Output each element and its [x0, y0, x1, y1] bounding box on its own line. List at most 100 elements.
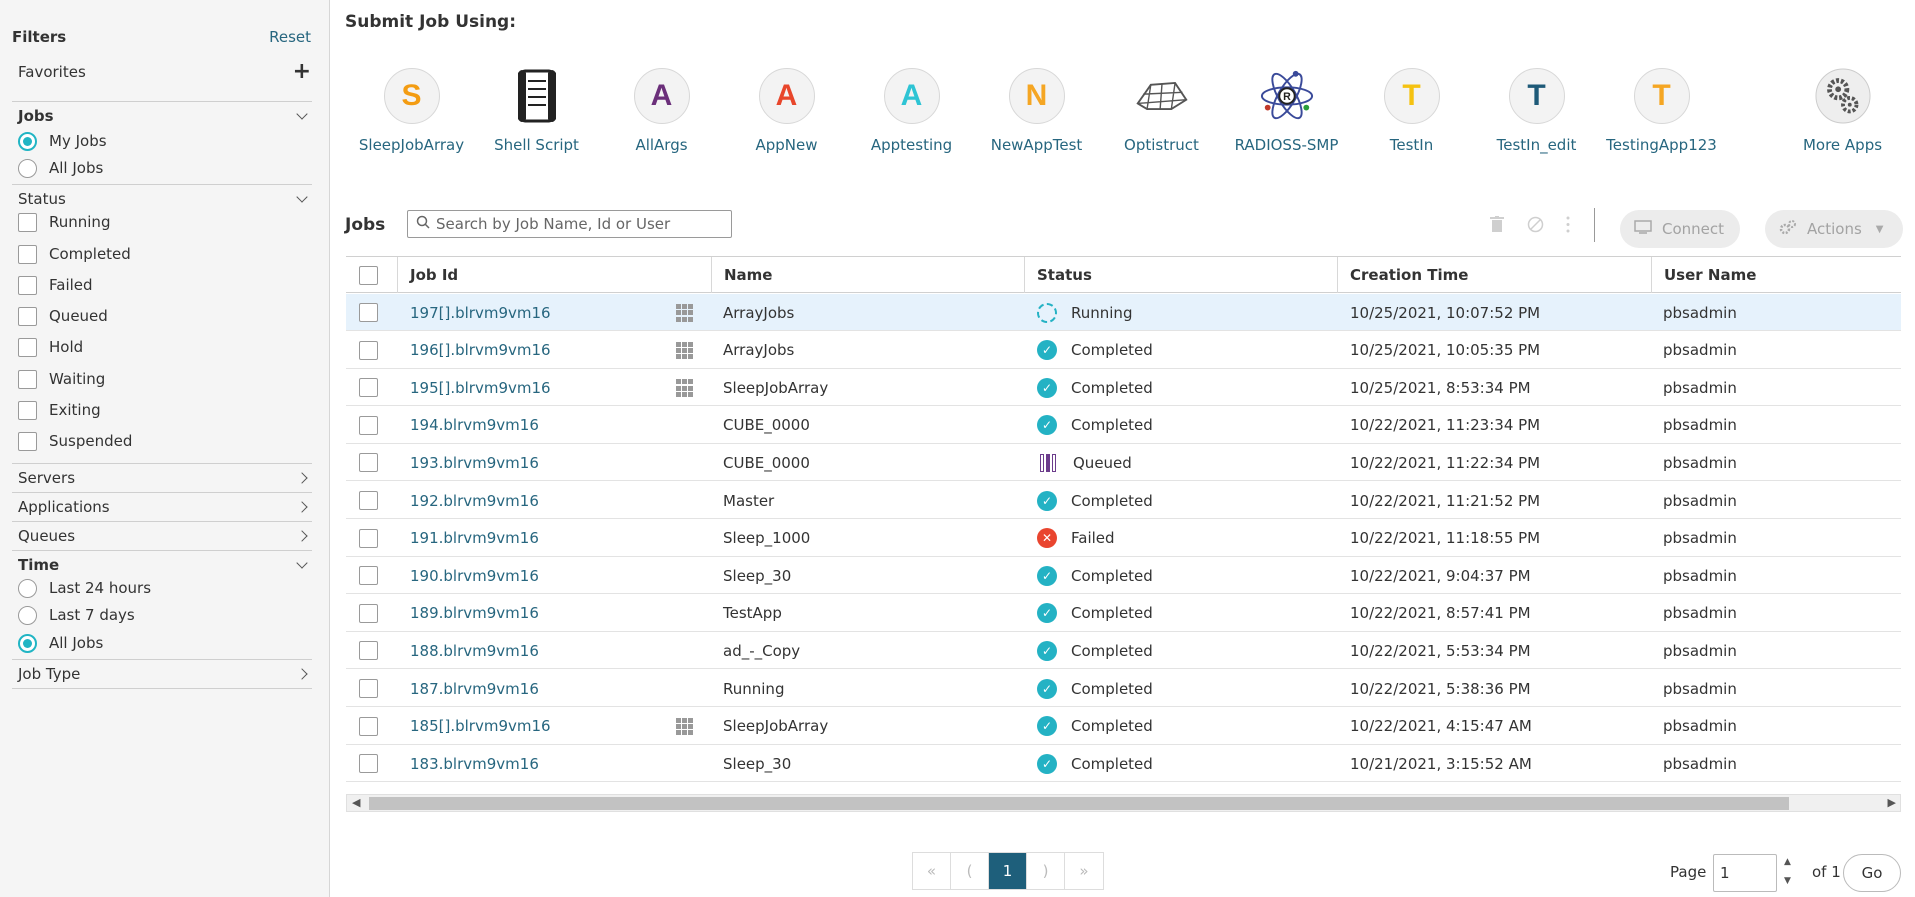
terminate-icon[interactable]	[1527, 216, 1544, 238]
column-header-name[interactable]: Name	[712, 257, 1025, 293]
row-checkbox[interactable]	[359, 754, 378, 774]
array-job-grid-icon[interactable]	[676, 341, 694, 360]
select-all-checkbox[interactable]	[359, 265, 378, 285]
more-vertical-icon[interactable]	[1566, 216, 1570, 238]
column-header-job-id[interactable]: Job Id	[398, 257, 712, 293]
radio-button[interactable]	[18, 578, 37, 598]
row-checkbox[interactable]	[359, 491, 378, 510]
app-tile[interactable]: Optistruct	[1099, 68, 1224, 158]
checkbox[interactable]	[18, 400, 37, 420]
checkbox[interactable]	[18, 306, 37, 326]
radio-button[interactable]	[18, 633, 37, 653]
radio-button[interactable]	[18, 158, 37, 178]
job-id-link[interactable]: 194.blrvm9vm16	[410, 407, 539, 444]
checkbox-completed[interactable]: Completed	[18, 243, 131, 265]
app-tile[interactable]: R RADIOSS-SMP	[1224, 68, 1349, 158]
first-page-button[interactable]: «	[913, 853, 951, 889]
job-id-link[interactable]: 196[].blrvm9vm16	[410, 332, 551, 369]
radio-my-jobs[interactable]: My Jobs	[18, 130, 107, 152]
job-id-link[interactable]: 195[].blrvm9vm16	[410, 369, 551, 406]
previous-page-button[interactable]: (	[951, 853, 989, 889]
app-tile[interactable]: S SleepJobArray	[349, 68, 474, 158]
add-favorite-icon[interactable]: +	[293, 61, 311, 83]
checkbox[interactable]	[18, 244, 37, 264]
checkbox[interactable]	[18, 431, 37, 451]
row-checkbox[interactable]	[359, 603, 378, 623]
status-filter-header[interactable]: Status	[18, 187, 308, 211]
job-id-link[interactable]: 191.blrvm9vm16	[410, 520, 539, 557]
applications-filter-header[interactable]: Applications	[18, 495, 308, 519]
table-row[interactable]: 197[].blrvm9vm16 ArrayJobs Running 10/25/20…	[346, 294, 1901, 331]
table-row[interactable]: 183.blrvm9vm16 Sleep_30 ✓ Completed 10/21/20…	[346, 745, 1901, 783]
job-id-link[interactable]: 192.blrvm9vm16	[410, 482, 539, 519]
row-checkbox[interactable]	[359, 303, 378, 322]
checkbox-waiting[interactable]: Waiting	[18, 368, 105, 390]
time-filter-header[interactable]: Time	[18, 553, 308, 577]
job-id-link[interactable]: 185[].blrvm9vm16	[410, 708, 551, 745]
more-apps-tile[interactable]: More Apps	[1780, 68, 1905, 158]
job-search-box[interactable]	[407, 210, 732, 238]
app-tile[interactable]: T TestIn_edit	[1474, 68, 1599, 158]
checkbox[interactable]	[18, 369, 37, 389]
column-header-user-name[interactable]: User Name	[1652, 257, 1901, 293]
next-page-button[interactable]: )	[1027, 853, 1065, 889]
page-number-input[interactable]	[1713, 854, 1777, 892]
servers-filter-header[interactable]: Servers	[18, 466, 308, 490]
reset-link[interactable]: Reset	[269, 28, 311, 46]
table-row[interactable]: 189.blrvm9vm16 TestApp ✓ Completed 10/22/202…	[346, 595, 1901, 632]
job-id-link[interactable]: 187.blrvm9vm16	[410, 670, 539, 707]
table-row[interactable]: 196[].blrvm9vm16 ArrayJobs ✓ Completed 10/25…	[346, 332, 1901, 369]
app-tile[interactable]: Shell Script	[474, 68, 599, 158]
delete-icon[interactable]	[1490, 216, 1504, 238]
table-row[interactable]: 193.blrvm9vm16 CUBE_0000 Queued 10/22/2021,…	[346, 444, 1901, 482]
job-id-link[interactable]: 189.blrvm9vm16	[410, 595, 539, 632]
row-checkbox[interactable]	[359, 528, 378, 548]
row-checkbox[interactable]	[359, 566, 378, 586]
table-row[interactable]: 195[].blrvm9vm16 SleepJobArray ✓ Completed 1…	[346, 369, 1901, 407]
app-tile[interactable]: A Apptesting	[849, 68, 974, 158]
checkbox-suspended[interactable]: Suspended	[18, 430, 132, 452]
app-tile[interactable]: T TestingApp123	[1599, 68, 1724, 158]
jobs-filter-header[interactable]: Jobs	[18, 104, 308, 128]
connect-button[interactable]: Connect	[1620, 210, 1740, 248]
table-row[interactable]: 187.blrvm9vm16 Running ✓ Completed 10/22/202…	[346, 670, 1901, 707]
spinner-down-icon[interactable]: ▼	[1784, 876, 1791, 886]
column-header-status[interactable]: Status	[1025, 257, 1338, 293]
row-checkbox[interactable]	[359, 415, 378, 435]
radio-button[interactable]	[18, 605, 37, 625]
job-type-filter-header[interactable]: Job Type	[18, 662, 308, 686]
job-id-link[interactable]: 197[].blrvm9vm16	[410, 294, 551, 331]
row-checkbox[interactable]	[359, 378, 378, 398]
app-tile[interactable]: T TestIn	[1349, 68, 1474, 158]
table-row[interactable]: 194.blrvm9vm16 CUBE_0000 ✓ Completed 10/22/2…	[346, 407, 1901, 444]
array-job-grid-icon[interactable]	[676, 304, 694, 322]
checkbox[interactable]	[18, 212, 37, 232]
table-row[interactable]: 185[].blrvm9vm16 SleepJobArray ✓ Completed 1…	[346, 708, 1901, 745]
scroll-left-arrow-icon[interactable]: ◀	[352, 796, 360, 809]
row-checkbox[interactable]	[359, 340, 378, 360]
page-1-button[interactable]: 1	[989, 853, 1027, 889]
queues-filter-header[interactable]: Queues	[18, 524, 308, 548]
table-row[interactable]: 192.blrvm9vm16 Master ✓ Completed 10/22/2021…	[346, 482, 1901, 519]
row-checkbox[interactable]	[359, 679, 378, 698]
spinner-up-icon[interactable]: ▲	[1784, 857, 1791, 867]
table-row[interactable]: 191.blrvm9vm16 Sleep_1000 ✕ Failed 10/22/202…	[346, 520, 1901, 557]
radio-last-24-hours[interactable]: Last 24 hours	[18, 577, 151, 599]
app-tile[interactable]: A AllArgs	[599, 68, 724, 158]
job-id-link[interactable]: 183.blrvm9vm16	[410, 745, 539, 782]
favorites-row[interactable]: Favorites +	[18, 60, 311, 84]
array-job-grid-icon[interactable]	[676, 379, 694, 397]
checkbox-exiting[interactable]: Exiting	[18, 399, 101, 421]
checkbox-queued[interactable]: Queued	[18, 305, 108, 327]
job-search-input[interactable]	[436, 215, 716, 233]
job-id-link[interactable]: 188.blrvm9vm16	[410, 632, 539, 669]
actions-button[interactable]: Actions ▼	[1765, 210, 1903, 248]
table-row[interactable]: 190.blrvm9vm16 Sleep_30 ✓ Completed 10/22/20…	[346, 557, 1901, 595]
last-page-button[interactable]: »	[1065, 853, 1103, 889]
job-id-link[interactable]: 190.blrvm9vm16	[410, 557, 539, 594]
scroll-right-arrow-icon[interactable]: ▶	[1888, 796, 1896, 809]
go-button[interactable]: Go	[1843, 854, 1901, 892]
radio-last-7-days[interactable]: Last 7 days	[18, 604, 135, 626]
array-job-grid-icon[interactable]	[676, 717, 694, 736]
radio-button[interactable]	[18, 131, 37, 151]
